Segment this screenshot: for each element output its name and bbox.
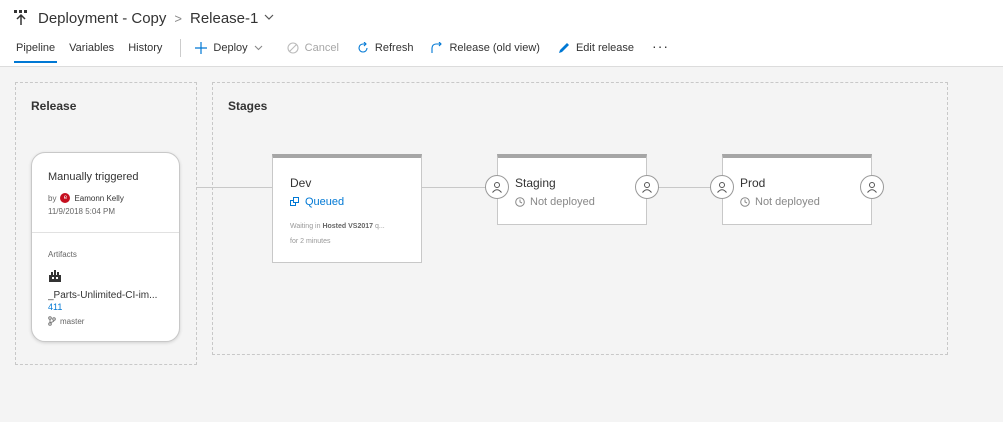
pencil-icon	[558, 43, 569, 53]
release-name[interactable]: Release-1	[190, 10, 258, 27]
release-old-view-icon	[431, 42, 443, 53]
post-deployment-approval-staging[interactable]	[635, 175, 659, 199]
edit-release-button[interactable]: Edit release	[558, 42, 634, 54]
stage-prod[interactable]: Prod Not deployed	[722, 154, 872, 225]
waiting-prefix: Waiting in	[290, 223, 321, 230]
artifact-name[interactable]: _Parts-Unlimited-CI-im...	[48, 290, 178, 301]
cancel-label: Cancel	[304, 42, 339, 54]
card-divider	[32, 232, 179, 233]
approver-icon	[867, 182, 877, 193]
stages-panel-title: Stages	[228, 99, 268, 113]
artifact-version[interactable]: 411	[48, 302, 62, 312]
cancel-button[interactable]: Cancel	[287, 42, 339, 54]
approver-icon	[717, 182, 727, 193]
toolbar-divider	[180, 39, 182, 57]
breadcrumb-separator: >	[174, 10, 182, 26]
release-panel-title: Release	[31, 99, 77, 113]
tab-variables[interactable]: Variables	[69, 42, 114, 54]
approver-icon	[492, 182, 502, 193]
stage-duration: for 2 minutes	[290, 238, 331, 245]
release-card[interactable]: Manually triggered by e Eamonn Kelly 11/…	[31, 152, 180, 342]
top-bar: Deployment - Copy > Release-1 Pipeline V…	[0, 0, 1003, 67]
tab-pipeline[interactable]: Pipeline	[13, 42, 58, 63]
deploy-label: Deploy	[213, 42, 248, 54]
clock-icon	[515, 197, 525, 207]
stage-status: Not deployed	[515, 196, 595, 208]
stage-dev[interactable]: Dev Queued Waiting in Hosted VS2017 q...…	[272, 154, 422, 263]
release-author: by e Eamonn Kelly	[48, 193, 124, 203]
stage-waiting-text: Waiting in Hosted VS2017 q...	[290, 223, 385, 230]
stage-status-label: Queued	[305, 196, 345, 208]
approver-icon	[642, 182, 652, 193]
clock-icon	[740, 197, 750, 207]
edit-release-label: Edit release	[575, 42, 635, 54]
refresh-button[interactable]: Refresh	[357, 42, 414, 54]
artifact-build-icon	[49, 270, 61, 282]
release-old-view-button[interactable]: Release (old view)	[431, 42, 540, 54]
artifacts-label: Artifacts	[48, 250, 77, 259]
stage-status[interactable]: Queued	[290, 196, 344, 208]
waiting-suffix: q...	[374, 223, 385, 230]
chevron-down-icon[interactable]	[264, 12, 274, 24]
release-date: 11/9/2018 5:04 PM	[48, 207, 116, 216]
cancel-icon	[287, 42, 299, 54]
waiting-pool: Hosted VS2017	[322, 223, 374, 230]
release-pipeline-icon	[14, 10, 27, 25]
branch-name: master	[60, 316, 85, 326]
by-label: by	[48, 193, 57, 203]
tab-history[interactable]: History	[128, 42, 162, 54]
avatar: e	[60, 193, 71, 203]
pre-deployment-approval-prod[interactable]	[710, 175, 734, 199]
toolbar: Pipeline Variables History Deploy Cancel…	[13, 38, 669, 63]
breadcrumb: Deployment - Copy > Release-1	[14, 8, 274, 28]
stage-name: Staging	[515, 176, 556, 190]
refresh-label: Refresh	[374, 42, 414, 54]
queued-icon	[290, 197, 299, 206]
stage-status-label: Not deployed	[530, 196, 595, 208]
stage-status-label: Not deployed	[755, 196, 820, 208]
author-name[interactable]: Eamonn Kelly	[74, 194, 123, 203]
artifact-branch: master	[48, 316, 84, 326]
pre-deployment-approval-staging[interactable]	[485, 175, 509, 199]
stage-name: Prod	[740, 176, 766, 190]
stage-staging[interactable]: Staging Not deployed	[497, 154, 647, 225]
branch-icon	[48, 316, 56, 326]
connector-release-dev	[197, 187, 272, 188]
plus-icon	[195, 42, 208, 54]
stage-status: Not deployed	[740, 196, 820, 208]
post-deployment-approval-prod[interactable]	[860, 175, 884, 199]
pipeline-name[interactable]: Deployment - Copy	[38, 10, 166, 27]
chevron-down-icon	[254, 45, 263, 51]
deploy-button[interactable]: Deploy	[195, 42, 268, 54]
release-old-view-label: Release (old view)	[449, 42, 540, 54]
more-options-button[interactable]: ···	[652, 38, 669, 54]
stage-name: Dev	[290, 176, 312, 190]
refresh-icon	[358, 42, 368, 53]
release-trigger: Manually triggered	[48, 171, 139, 183]
